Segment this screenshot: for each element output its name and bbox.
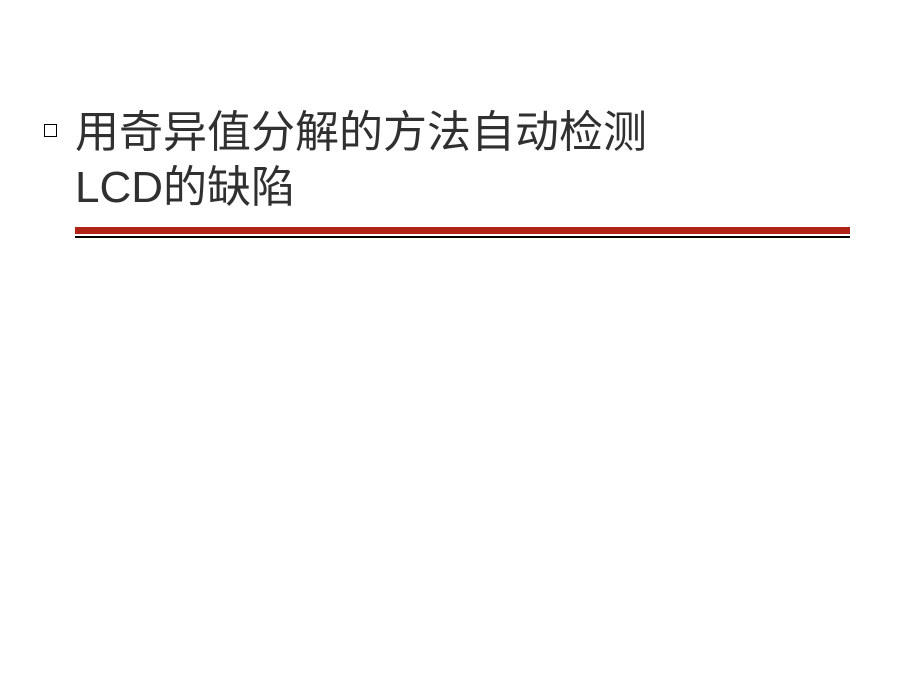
title-line-1: 用奇异值分解的方法自动检测 — [75, 105, 850, 160]
slide-container: 用奇异值分解的方法自动检测 LCD的缺陷 — [0, 0, 920, 690]
accent-underline-thick — [75, 227, 850, 234]
bullet-square-icon — [44, 124, 57, 137]
title-block: 用奇异值分解的方法自动检测 LCD的缺陷 — [75, 105, 850, 238]
title-line-2: LCD的缺陷 — [75, 160, 850, 215]
accent-underline-thin — [75, 236, 850, 238]
